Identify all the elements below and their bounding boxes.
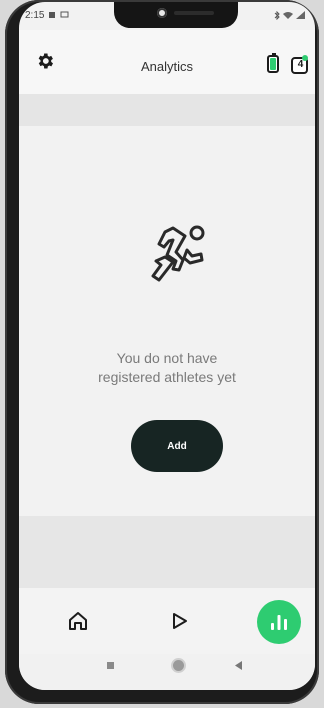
sim-icon <box>49 12 56 18</box>
notification-count: 4 <box>297 59 304 70</box>
analytics-nav-button[interactable] <box>257 600 301 644</box>
app-header: Analytics 4 <box>19 30 315 94</box>
app-screen: 2:15 Analytics 4 You do not have registe… <box>19 2 315 690</box>
system-nav-bar <box>19 654 315 690</box>
front-camera <box>157 8 167 18</box>
back-icon[interactable] <box>235 661 243 670</box>
recent-apps-icon[interactable] <box>107 662 114 669</box>
status-time: 2:15 <box>25 9 45 21</box>
signal-icon <box>296 11 305 19</box>
system-home-icon[interactable] <box>173 660 184 671</box>
camera-notch <box>114 2 238 28</box>
play-icon[interactable] <box>171 612 189 630</box>
earpiece-speaker <box>174 11 214 15</box>
empty-state-message: You do not have registered athletes yet <box>59 349 275 387</box>
message-icon <box>60 11 69 18</box>
analytics-icon <box>271 615 287 630</box>
wifi-icon <box>283 12 293 19</box>
add-athlete-button[interactable]: Add <box>131 420 223 472</box>
phone-frame: 2:15 Analytics 4 You do not have registe… <box>5 0 319 704</box>
status-bar-left: 2:15 <box>25 6 69 24</box>
footer-band <box>19 516 315 588</box>
empty-state-line-2: registered athletes yet <box>98 369 236 385</box>
status-bar-right <box>274 6 305 24</box>
battery-icon[interactable] <box>267 53 279 73</box>
content-divider <box>19 94 315 126</box>
home-icon[interactable] <box>67 610 89 632</box>
runner-icon <box>151 225 205 282</box>
empty-state-line-1: You do not have <box>116 350 218 366</box>
bluetooth-icon <box>274 10 280 20</box>
